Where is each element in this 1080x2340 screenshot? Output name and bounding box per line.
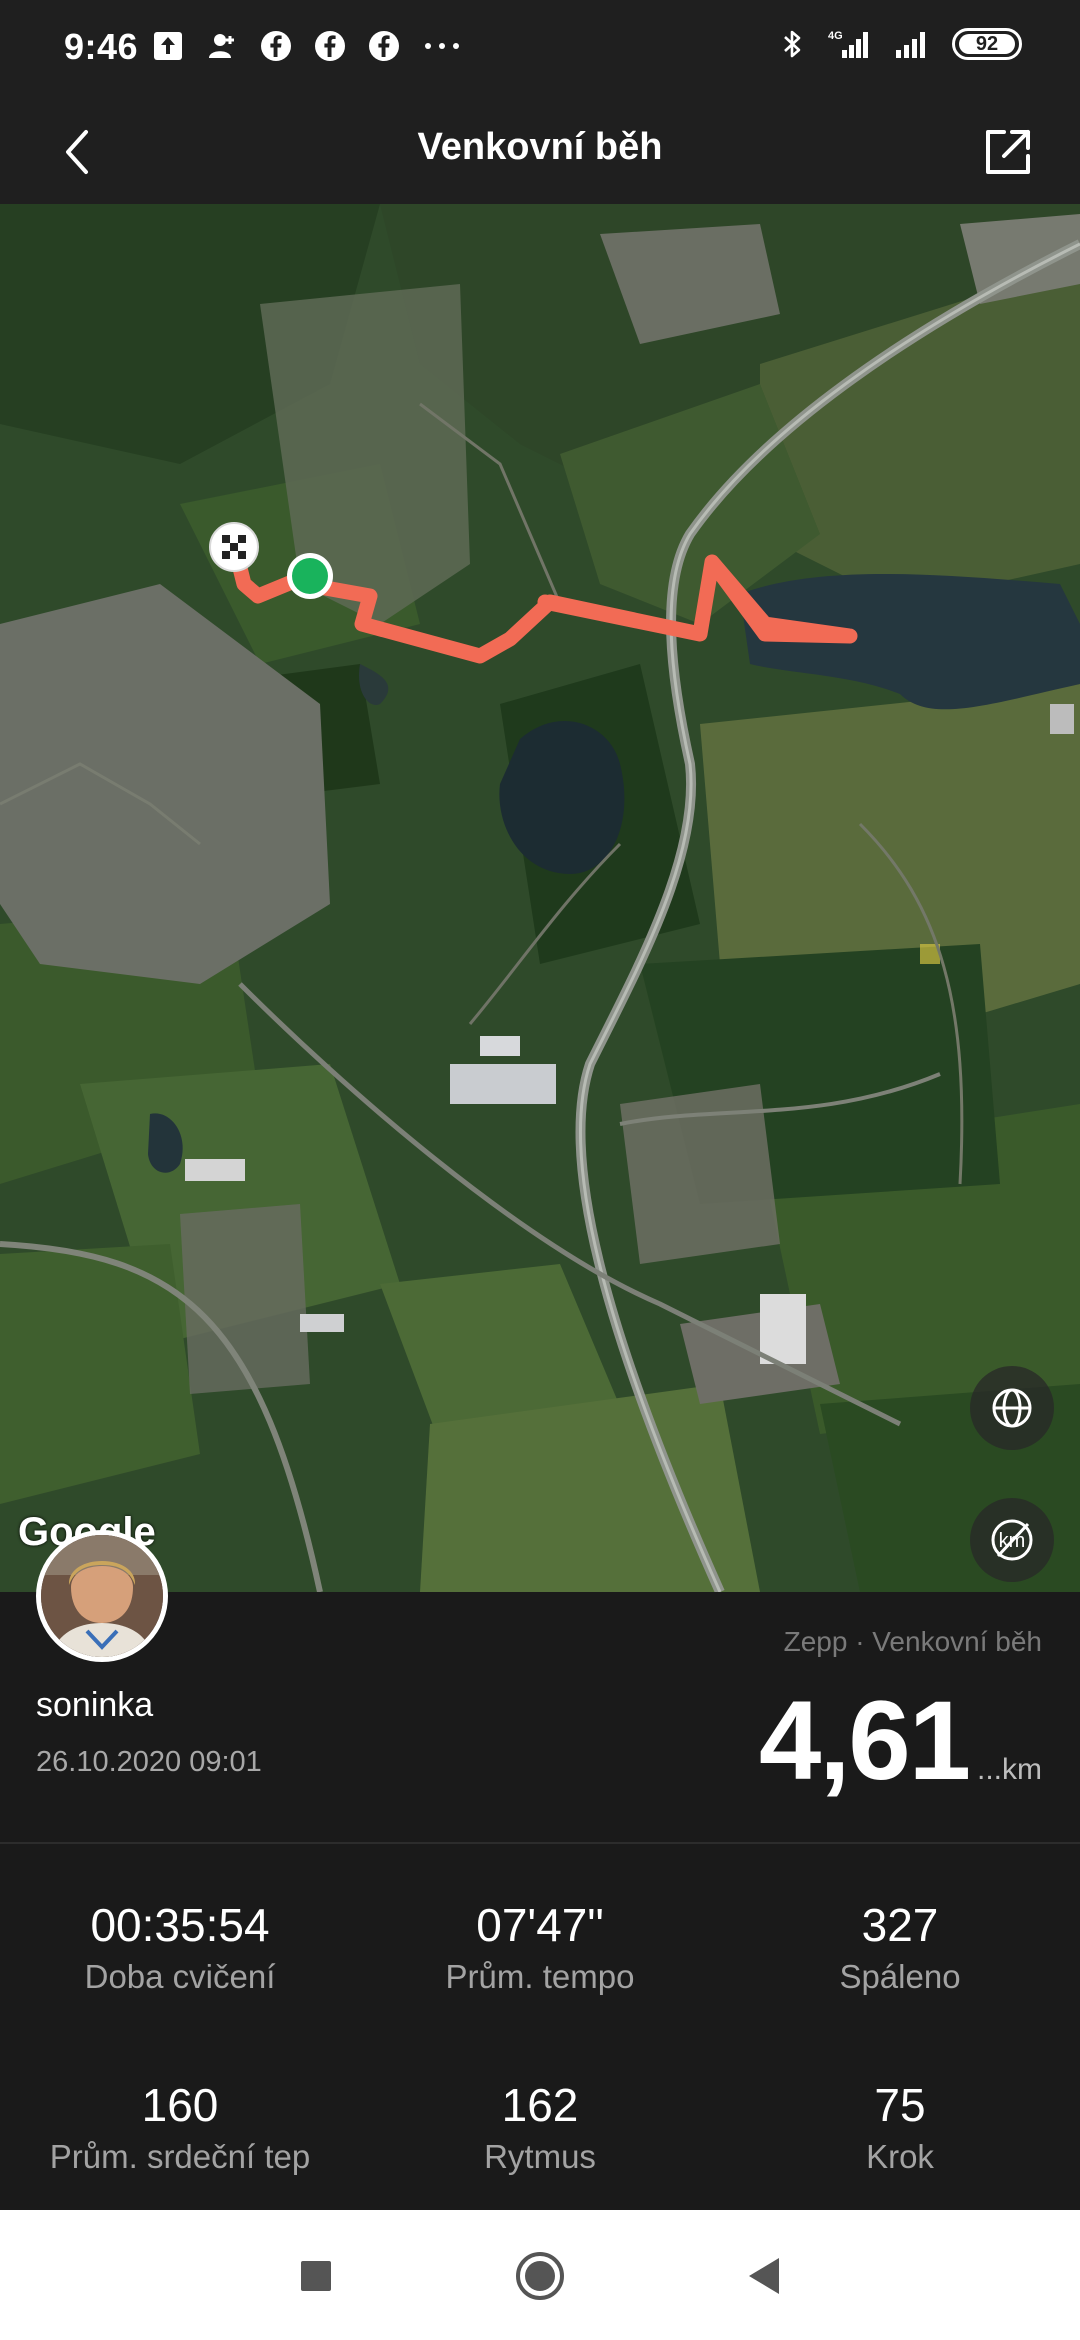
stat-value: 07'47" <box>476 1899 604 1951</box>
km-markers-off-icon: km <box>991 1519 1033 1561</box>
stat-value: 327 <box>861 1899 939 1951</box>
stat-value: 162 <box>501 2079 579 2131</box>
stat-value: 160 <box>141 2079 219 2131</box>
workout-date: 26.10.2020 09:01 <box>36 1746 262 1778</box>
facebook-icon <box>369 31 399 61</box>
distance-display: 4,61 ...km <box>759 1676 1042 1805</box>
workout-source: Zepp · Venkovní běh <box>783 1626 1042 1657</box>
status-bar: 9:46 4G 92 <box>0 0 1080 100</box>
stat-label: Doba cvičení <box>84 1958 276 1995</box>
signal-4g-icon: 4G <box>828 30 868 58</box>
avatar[interactable] <box>36 1530 168 1662</box>
back-nav-button[interactable] <box>734 2246 794 2306</box>
facebook-icon <box>261 31 291 61</box>
globe-icon <box>992 1388 1032 1428</box>
distance-value: 4,61 <box>759 1678 971 1803</box>
finish-flag-icon <box>209 522 259 572</box>
route-map[interactable]: km Google <box>0 204 1080 1592</box>
upload-icon <box>154 32 182 60</box>
stat-cadence: 162 Rytmus <box>360 2078 720 2176</box>
system-nav-bar <box>0 2210 1080 2340</box>
status-time: 9:46 <box>64 26 139 67</box>
stat-label: Krok <box>866 2138 934 2175</box>
facebook-icon <box>315 31 345 61</box>
stat-avg-pace: 07'47" Prům. tempo <box>360 1898 720 1996</box>
stat-label: Prům. srdeční tep <box>49 2138 311 2175</box>
system-icons: 4G 92 <box>776 28 1022 60</box>
back-triangle-icon <box>749 2258 779 2294</box>
recents-button[interactable] <box>286 2246 346 2306</box>
bluetooth-icon <box>784 30 801 58</box>
stat-avg-heart-rate: 160 Prům. srdeční tep <box>0 2078 360 2176</box>
battery-level: 92 <box>959 33 1015 55</box>
home-button[interactable] <box>510 2246 570 2306</box>
distance-unit: ...km <box>977 1753 1042 1786</box>
signal-icon <box>896 32 925 58</box>
stat-value: 00:35:54 <box>90 1899 270 1951</box>
share-button[interactable] <box>974 118 1042 186</box>
share-export-icon <box>986 130 1030 174</box>
stats-grid: 00:35:54 Doba cvičení 07'47" Prům. tempo… <box>0 1844 1080 2210</box>
km-markers-toggle[interactable]: km <box>970 1498 1054 1582</box>
stat-label: Spáleno <box>839 1958 961 1995</box>
stat-calories: 327 Spáleno <box>720 1898 1080 1996</box>
map-type-button[interactable] <box>970 1366 1054 1450</box>
stat-duration: 00:35:54 Doba cvičení <box>0 1898 360 1996</box>
start-point-marker <box>287 553 333 599</box>
battery-icon: 92 <box>952 28 1022 60</box>
recents-square-icon <box>301 2261 331 2291</box>
notification-icons <box>152 30 462 62</box>
app-header: Venkovní běh <box>0 100 1080 204</box>
user-photo <box>41 1535 163 1657</box>
stat-label: Rytmus <box>484 2138 596 2175</box>
home-circle-icon <box>516 2252 564 2300</box>
workout-summary: soninka 26.10.2020 09:01 Zepp · Venkovní… <box>0 1530 1080 1842</box>
user-name: soninka <box>36 1686 154 1724</box>
page-title: Venkovní běh <box>417 126 663 168</box>
add-contact-icon <box>209 34 234 58</box>
satellite-map-background <box>0 204 1080 1592</box>
stat-value: 75 <box>874 2079 926 2131</box>
stat-stride: 75 Krok <box>720 2078 1080 2176</box>
stat-label: Prům. tempo <box>445 1958 635 1995</box>
svg-text:4G: 4G <box>828 30 843 42</box>
more-dots-icon <box>425 43 459 49</box>
